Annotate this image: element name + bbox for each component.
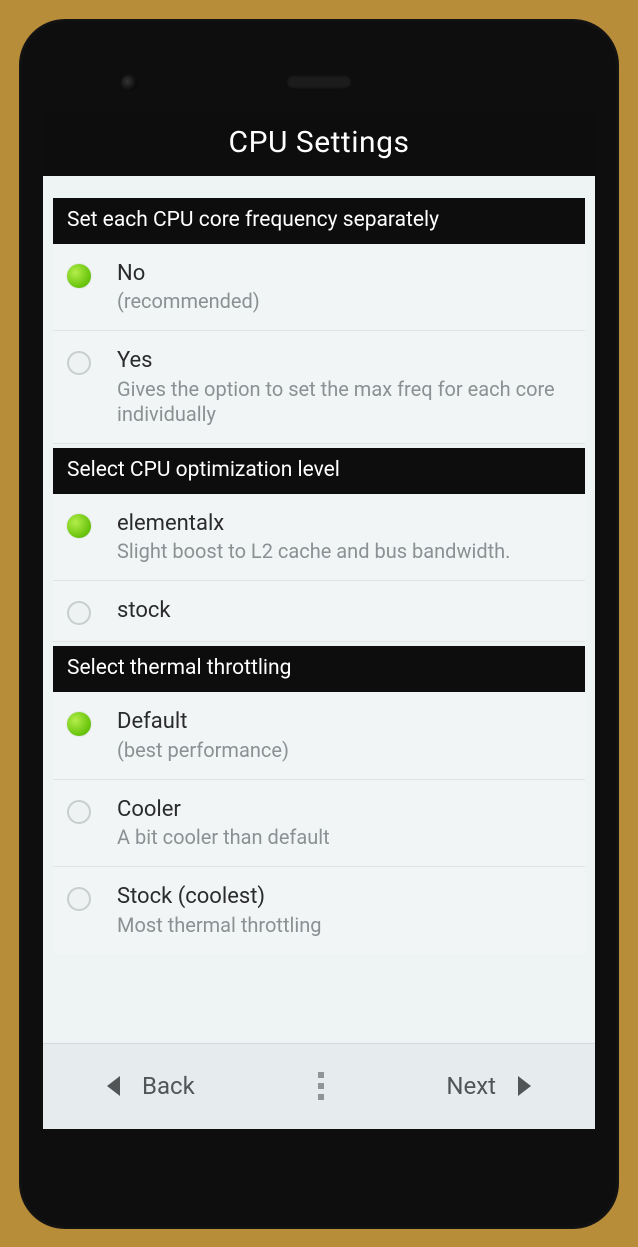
chevron-left-icon xyxy=(107,1076,120,1096)
radio-icon xyxy=(67,351,91,375)
option-title: stock xyxy=(117,597,571,625)
radio-icon xyxy=(67,601,91,625)
option-text: Default (best performance) xyxy=(117,708,571,763)
settings-content: Set each CPU core frequency separately N… xyxy=(43,176,595,1043)
option-text: Cooler A bit cooler than default xyxy=(117,796,571,851)
next-label: Next xyxy=(446,1072,496,1100)
option-subtitle: Gives the option to set the max freq for… xyxy=(117,377,571,427)
option-core-freq-yes[interactable]: Yes Gives the option to set the max freq… xyxy=(53,331,585,444)
option-subtitle: Most thermal throttling xyxy=(117,913,571,938)
back-button[interactable]: Back xyxy=(107,1072,195,1100)
option-core-freq-no[interactable]: No (recommended) xyxy=(53,244,585,332)
option-text: Yes Gives the option to set the max freq… xyxy=(117,347,571,427)
option-title: Default xyxy=(117,708,571,736)
option-title: No xyxy=(117,260,571,288)
radio-icon xyxy=(67,800,91,824)
option-text: Stock (coolest) Most thermal throttling xyxy=(117,883,571,938)
back-label: Back xyxy=(142,1072,195,1100)
option-subtitle: A bit cooler than default xyxy=(117,825,571,850)
option-thermal-stock[interactable]: Stock (coolest) Most thermal throttling xyxy=(53,867,585,954)
phone-frame: CPU Settings Set each CPU core frequency… xyxy=(19,19,619,1229)
option-text: No (recommended) xyxy=(117,260,571,315)
front-camera xyxy=(121,75,137,91)
option-title: Yes xyxy=(117,347,571,375)
option-title: Stock (coolest) xyxy=(117,883,571,911)
option-opt-stock[interactable]: stock xyxy=(53,581,585,642)
radio-icon xyxy=(67,712,91,736)
page-title: CPU Settings xyxy=(43,111,595,176)
option-title: Cooler xyxy=(117,796,571,824)
option-text: elementalx Slight boost to L2 cache and … xyxy=(117,510,571,565)
next-button[interactable]: Next xyxy=(446,1072,531,1100)
section-header-thermal: Select thermal throttling xyxy=(53,646,585,692)
radio-icon xyxy=(67,887,91,911)
section-header-core-freq: Set each CPU core frequency separately xyxy=(53,198,585,244)
option-thermal-cooler[interactable]: Cooler A bit cooler than default xyxy=(53,780,585,868)
radio-icon xyxy=(67,264,91,288)
overflow-menu-icon[interactable] xyxy=(318,1072,324,1100)
option-title: elementalx xyxy=(117,510,571,538)
option-thermal-default[interactable]: Default (best performance) xyxy=(53,692,585,780)
earpiece-speaker xyxy=(286,75,352,89)
chevron-right-icon xyxy=(518,1076,531,1096)
option-subtitle: Slight boost to L2 cache and bus bandwid… xyxy=(117,539,571,564)
option-opt-elementalx[interactable]: elementalx Slight boost to L2 cache and … xyxy=(53,494,585,582)
bottom-nav: Back Next xyxy=(43,1043,595,1129)
screen: CPU Settings Set each CPU core frequency… xyxy=(43,111,595,1129)
option-subtitle: (recommended) xyxy=(117,289,571,314)
option-text: stock xyxy=(117,597,571,625)
option-subtitle: (best performance) xyxy=(117,738,571,763)
section-header-optimization: Select CPU optimization level xyxy=(53,448,585,494)
radio-icon xyxy=(67,514,91,538)
